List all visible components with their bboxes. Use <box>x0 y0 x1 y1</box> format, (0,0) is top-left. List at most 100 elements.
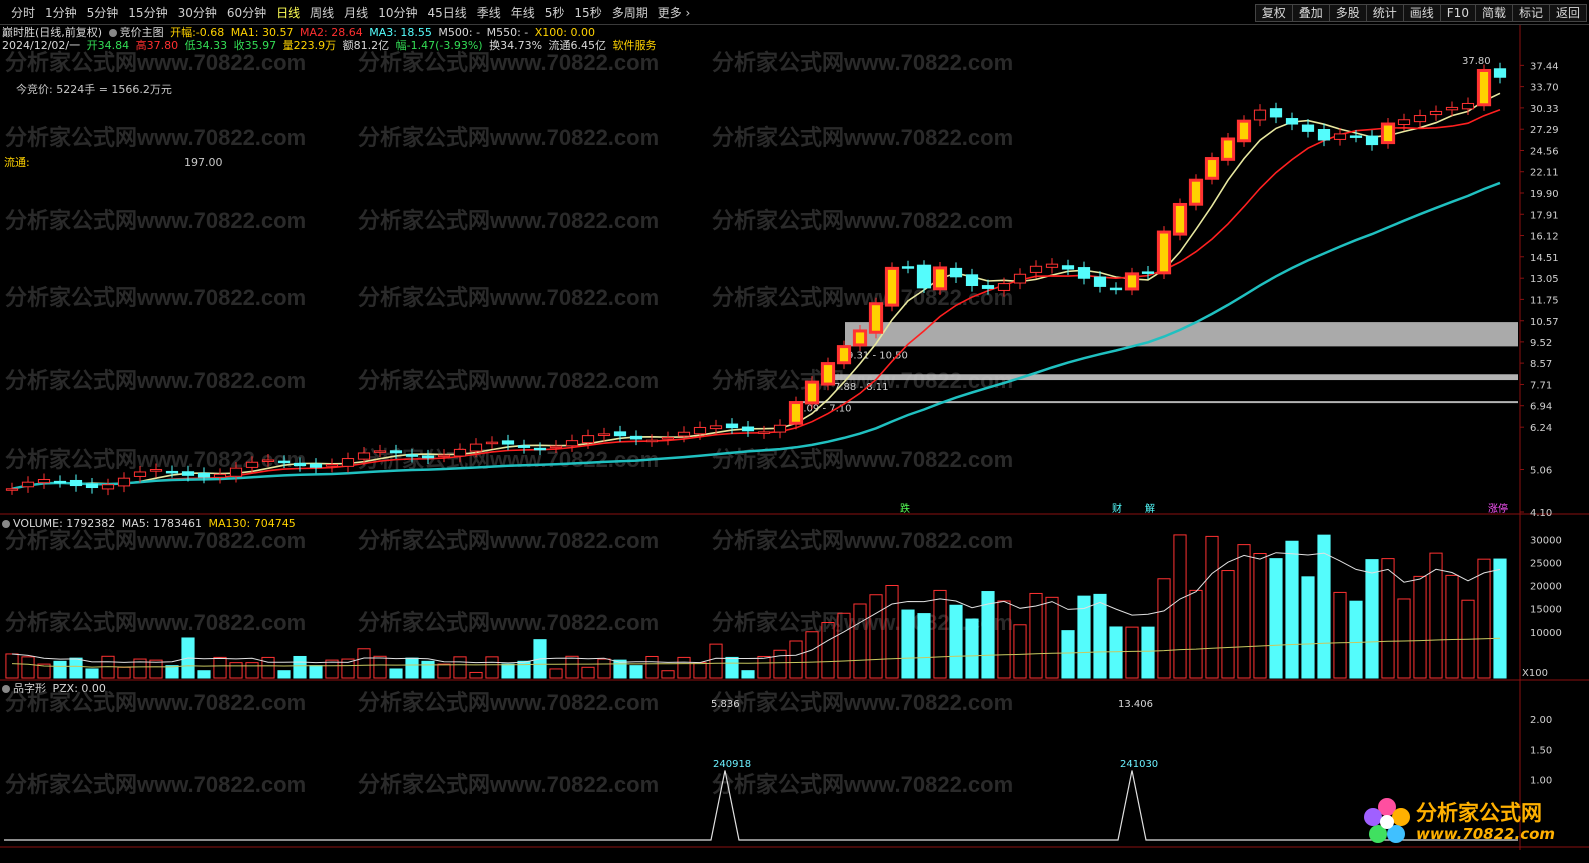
candle-body <box>1156 230 1172 275</box>
candle-body <box>1333 133 1347 140</box>
support-zone <box>845 322 1518 347</box>
volume-bar <box>661 670 675 679</box>
candle-body <box>997 283 1011 291</box>
volume-tick-label: 25000 <box>1530 558 1562 569</box>
event-tag: 涨停 <box>1488 502 1508 515</box>
candle-body <box>565 440 579 447</box>
volume-bar <box>1205 535 1219 679</box>
pzx-value-label: 5.836 <box>711 699 740 710</box>
watermark-text: 分析家公式网www.70822.com <box>5 50 306 75</box>
candle-body <box>453 448 467 457</box>
volume-bar <box>53 660 67 679</box>
stock-chart[interactable]: 分析家公式网www.70822.com 分析家公式网www.70822.com 分析… <box>0 0 1589 863</box>
volume-bar <box>437 663 451 679</box>
volume-bar <box>197 670 211 679</box>
volume-bar <box>485 656 499 679</box>
pzx-tick-label: 1.00 <box>1530 776 1552 787</box>
watermark-text: 分析家公式网www.70822.com <box>358 208 659 233</box>
volume-bar <box>741 670 755 679</box>
candle-body <box>405 454 419 457</box>
candle-body <box>949 267 963 278</box>
candle-body <box>852 329 868 347</box>
volume-bar <box>565 655 579 679</box>
candle-body <box>693 426 707 435</box>
candle-body <box>1045 263 1059 268</box>
price-tick-label: 9.52 <box>1530 338 1552 349</box>
candle-body <box>1493 68 1507 78</box>
volume-bar <box>581 666 595 679</box>
candle-body <box>581 435 595 444</box>
pzx-tick-label: 1.50 <box>1530 745 1552 756</box>
candle-body <box>421 455 435 459</box>
candle-body <box>932 266 948 291</box>
event-tag: 解 <box>1145 502 1155 515</box>
watermark-text: 分析家公式网www.70822.com <box>358 610 659 635</box>
volume-bar <box>501 663 515 679</box>
candle-body <box>629 435 643 440</box>
price-tick-label: 4.10 <box>1530 508 1552 519</box>
logo-title: 分析家公式网 <box>1416 801 1542 825</box>
watermark-text: 分析家公式网www.70822.com <box>5 368 306 393</box>
volume-bar <box>293 655 307 679</box>
volume-bar <box>1173 534 1187 679</box>
watermark-text: 分析家公式网www.70822.com <box>5 208 306 233</box>
candle-body <box>1380 122 1396 145</box>
volume-bar <box>1221 570 1235 679</box>
volume-bar <box>1125 626 1139 679</box>
candle-body <box>1269 108 1283 118</box>
watermark-text: 分析家公式网www.70822.com <box>712 528 1013 553</box>
candle-body <box>1429 110 1443 116</box>
support-zone <box>795 401 1518 404</box>
candle-body <box>901 266 915 269</box>
volume-bar <box>373 655 387 679</box>
volume-bar <box>1189 589 1203 679</box>
volume-bar <box>1285 540 1299 679</box>
volume-bar <box>773 649 787 679</box>
candle-body <box>916 264 932 289</box>
volume-bar <box>917 613 931 679</box>
volume-bar <box>597 658 611 679</box>
volume-bar <box>805 631 819 679</box>
volume-bar <box>1013 624 1027 679</box>
volume-bar <box>645 655 659 679</box>
price-tick-label: 33.70 <box>1530 83 1559 94</box>
candle-body <box>133 471 147 477</box>
candle-body <box>725 423 739 429</box>
candle-body <box>1413 115 1427 123</box>
candle-body <box>245 461 259 468</box>
watermark-text: 分析家公式网www.70822.com <box>358 772 659 797</box>
price-tick-label: 11.75 <box>1530 295 1559 306</box>
candle-body <box>5 488 19 491</box>
price-tick-label: 16.12 <box>1530 232 1559 243</box>
watermark-text: 分析家公式网www.70822.com <box>712 285 1013 310</box>
volume-bar <box>757 655 771 679</box>
candle-body <box>437 454 451 458</box>
support-zone <box>832 374 1518 381</box>
event-tag: 财 <box>1112 502 1122 515</box>
volume-bar <box>357 648 371 679</box>
watermark-text: 分析家公式网www.70822.com <box>358 50 659 75</box>
candle-body <box>101 484 115 490</box>
candle-body <box>1124 272 1140 291</box>
candle-body <box>773 424 787 433</box>
price-tick-label: 24.56 <box>1530 146 1559 157</box>
candle-body <box>389 450 403 454</box>
volume-bar <box>245 662 259 679</box>
candle-body <box>69 479 83 487</box>
volume-bar <box>869 594 883 679</box>
candle-body <box>325 463 339 467</box>
candle-body <box>1077 267 1091 279</box>
price-tick-label: 7.71 <box>1530 380 1552 391</box>
pzx-value-label: 13.406 <box>1118 699 1153 710</box>
price-tick-label: 6.24 <box>1530 423 1552 434</box>
candle-body <box>373 450 387 453</box>
candle-body <box>181 471 195 476</box>
volume-bar <box>1493 558 1507 679</box>
candle-body <box>1172 202 1188 236</box>
watermark-text: 分析家公式网www.70822.com <box>358 690 659 715</box>
candle-body <box>1013 273 1027 284</box>
volume-bar <box>1317 534 1331 679</box>
candle-body <box>1253 109 1267 121</box>
volume-bar <box>1397 598 1411 679</box>
volume-bar <box>261 656 275 679</box>
